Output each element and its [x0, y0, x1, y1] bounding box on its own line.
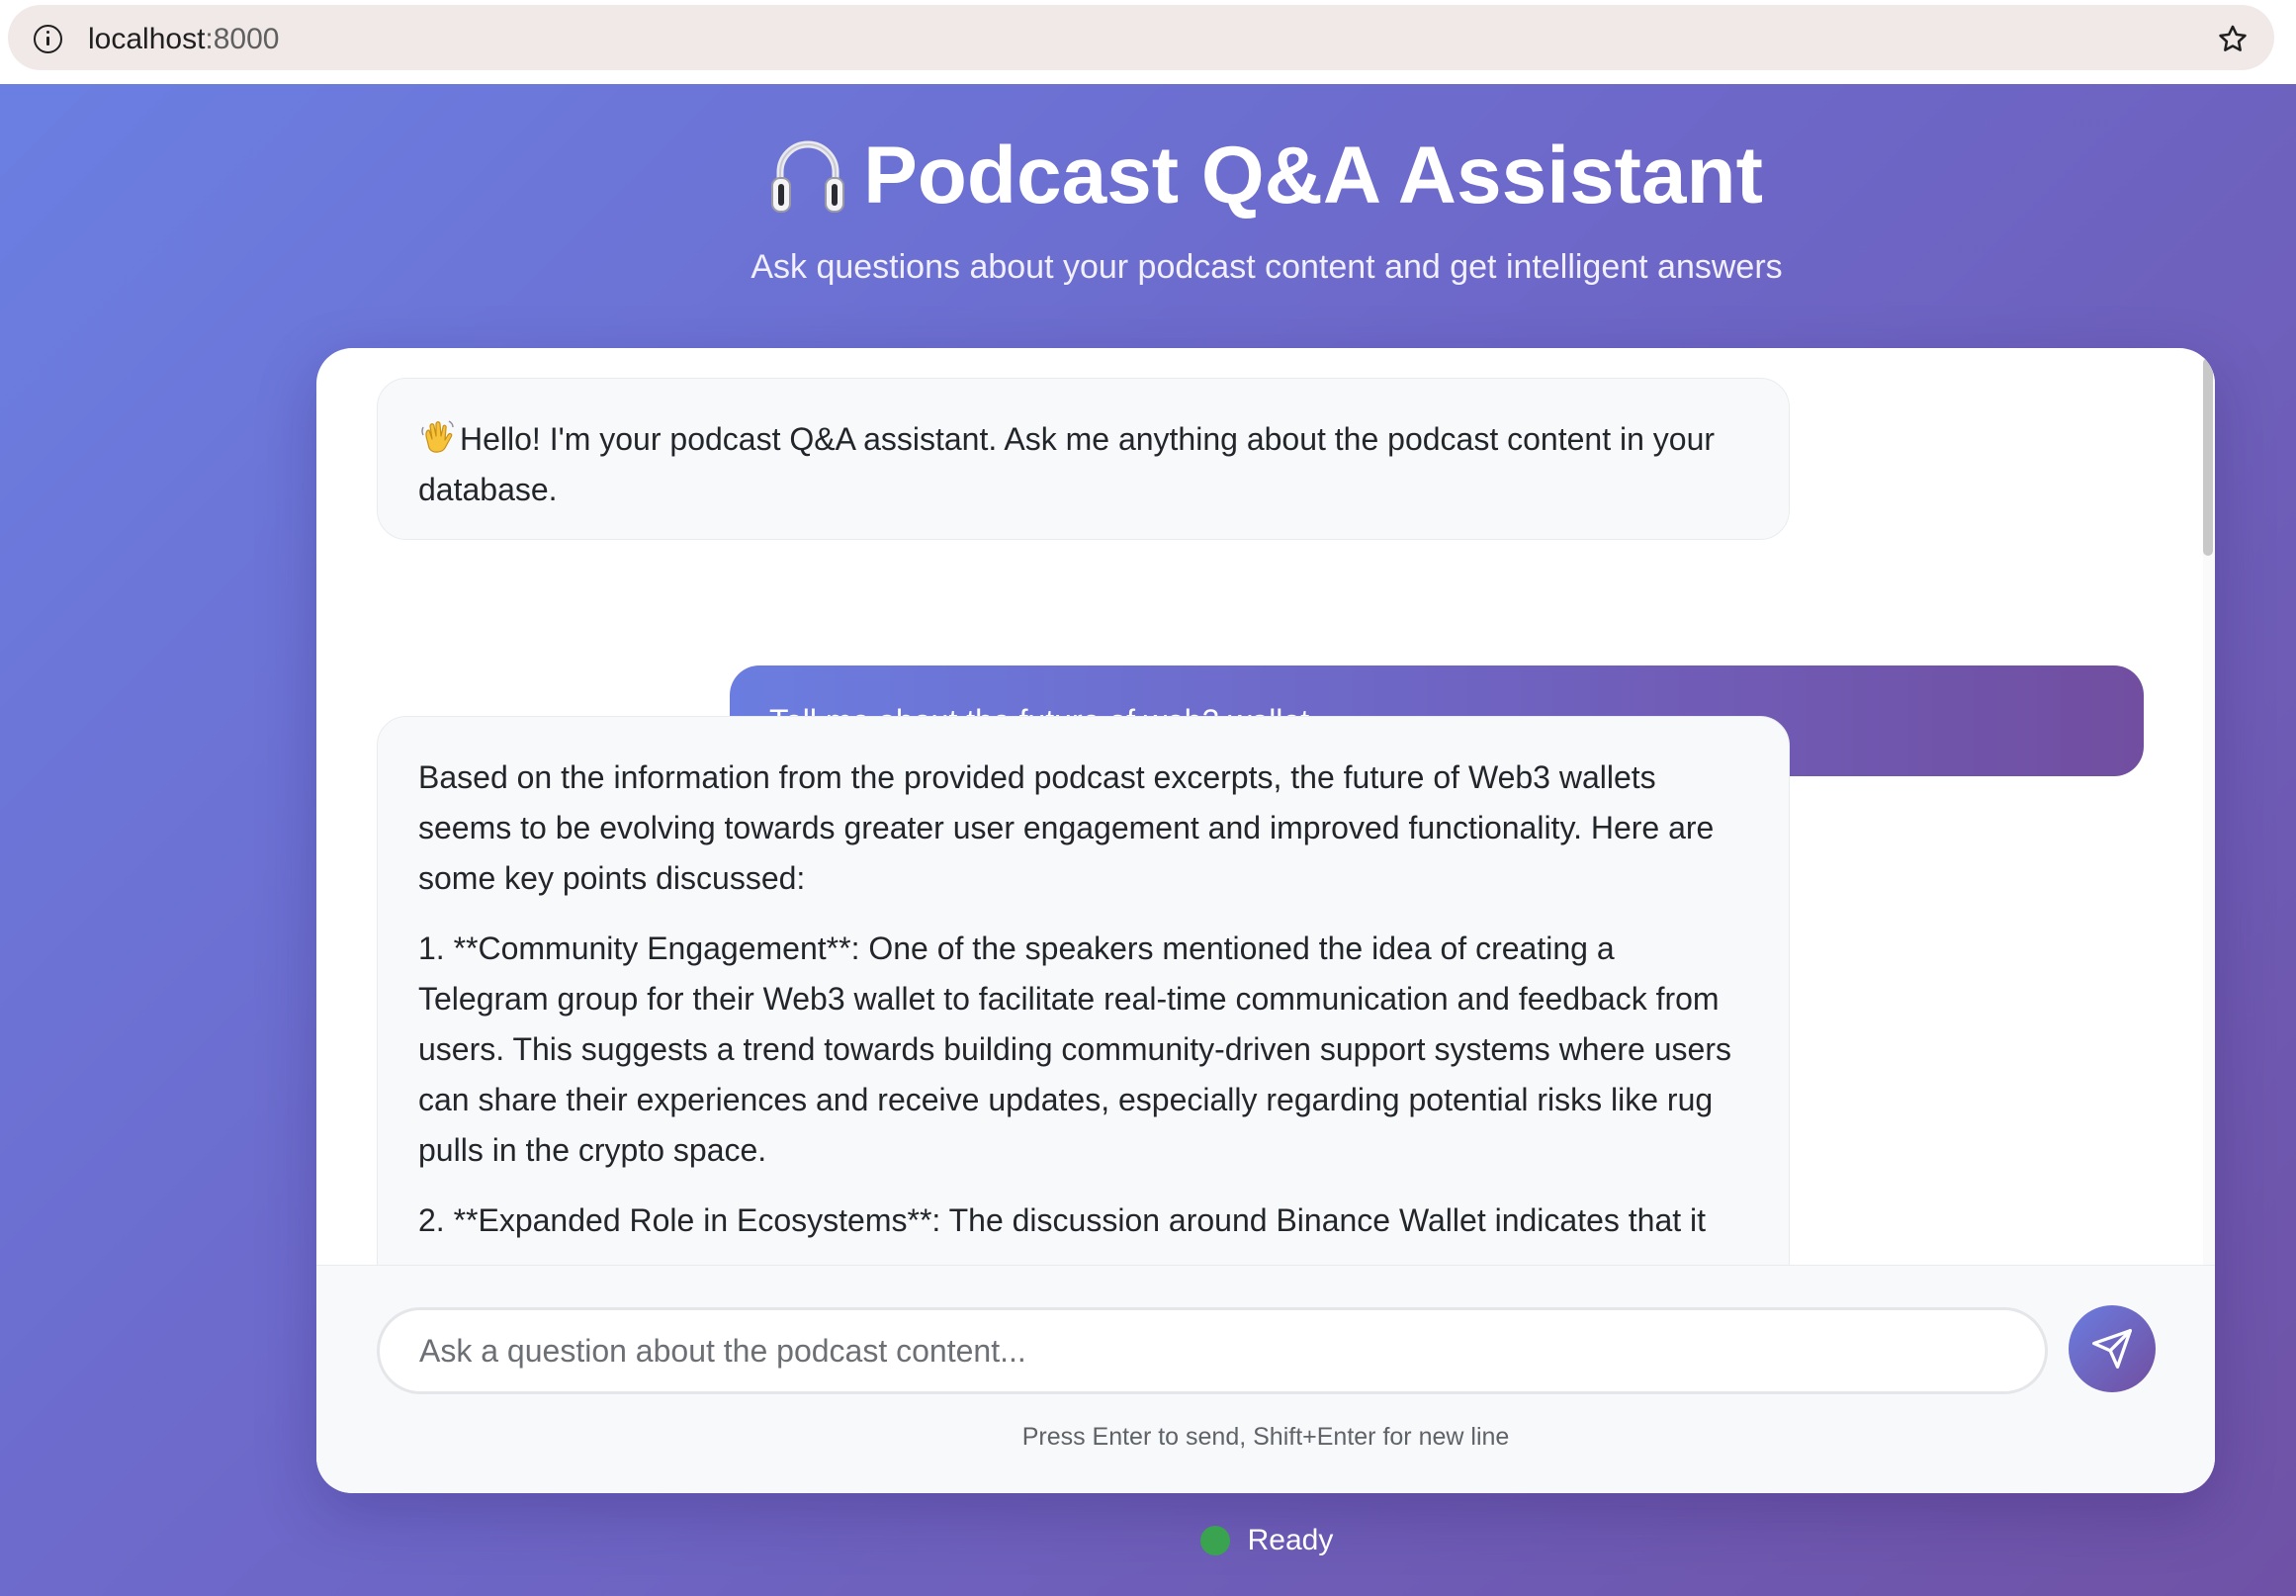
info-icon[interactable] — [34, 25, 62, 53]
waving-hand-icon — [421, 420, 454, 453]
message-text: Hello! I'm your podcast Q&A assistant. A… — [418, 421, 1716, 507]
input-area: Press Enter to send, Shift+Enter for new… — [316, 1265, 2215, 1493]
message-paragraph: Hello! I'm your podcast Q&A assistant. A… — [418, 414, 1749, 515]
title-text: Podcast Q&A Assistant — [863, 131, 1763, 221]
address-bar[interactable]: localhost:8000 — [8, 5, 2274, 70]
messages-list[interactable]: Hello! I'm your podcast Q&A assistant. A… — [316, 348, 2215, 1265]
browser-toolbar: localhost:8000 — [0, 0, 2296, 84]
message-paragraph: 2. **Expanded Role in Ecosystems**: The … — [418, 1202, 1707, 1238]
page-title: Podcast Q&A Assistant — [0, 129, 2296, 222]
status-dot — [1199, 1526, 1230, 1555]
page-subtitle: Ask questions about your podcast content… — [751, 248, 1783, 286]
status-label: Ready — [1247, 1524, 1334, 1556]
status-indicator: Ready — [0, 1524, 2296, 1557]
question-input[interactable] — [377, 1307, 2048, 1394]
send-button[interactable] — [2069, 1305, 2156, 1392]
send-icon — [2092, 1329, 2132, 1369]
chat-container: Hello! I'm your podcast Q&A assistant. A… — [316, 348, 2215, 1493]
assistant-message: Hello! I'm your podcast Q&A assistant. A… — [377, 378, 1790, 540]
url-text[interactable]: localhost:8000 — [88, 23, 279, 56]
message-paragraph: 1. **Community Engagement**: One of the … — [418, 931, 1731, 1168]
headphones-icon — [771, 140, 845, 213]
scrollbar-thumb[interactable] — [2203, 358, 2213, 556]
star-icon[interactable] — [2216, 23, 2250, 56]
message-paragraph: Based on the information from the provid… — [418, 759, 1715, 896]
assistant-message: Based on the information from the provid… — [377, 716, 1790, 1265]
app-page: Podcast Q&A Assistant Ask questions abou… — [0, 84, 2296, 1596]
input-hint: Press Enter to send, Shift+Enter for new… — [1021, 1423, 1510, 1451]
url-port: :8000 — [205, 23, 280, 55]
url-host: localhost — [88, 23, 206, 55]
